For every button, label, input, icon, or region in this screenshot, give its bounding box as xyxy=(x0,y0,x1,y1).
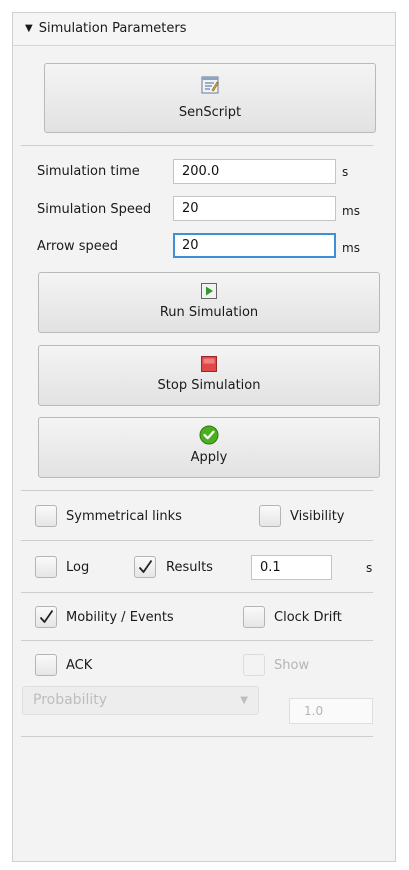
sim-time-input[interactable] xyxy=(173,159,336,184)
run-simulation-button[interactable]: Run Simulation xyxy=(38,272,380,333)
symmetrical-links-checkbox[interactable] xyxy=(35,505,57,527)
log-checkbox[interactable] xyxy=(35,556,57,578)
separator xyxy=(21,640,373,641)
arrow-speed-label: Arrow speed xyxy=(37,239,119,254)
script-editor-icon xyxy=(201,76,219,94)
sim-speed-unit: ms xyxy=(342,204,360,218)
show-label: Show xyxy=(274,658,310,673)
stop-simulation-label: Stop Simulation xyxy=(157,378,261,393)
run-simulation-label: Run Simulation xyxy=(159,305,259,320)
separator xyxy=(21,592,373,593)
arrow-speed-unit: ms xyxy=(342,241,360,255)
collapse-triangle-icon[interactable]: ▼ xyxy=(25,23,33,34)
results-interval-input[interactable] xyxy=(251,555,332,580)
separator xyxy=(21,490,373,491)
probability-input[interactable]: 1.0 xyxy=(289,698,373,724)
sim-time-label: Simulation time xyxy=(37,164,140,179)
ack-label: ACK xyxy=(66,658,93,673)
separator xyxy=(21,145,373,146)
sim-time-unit: s xyxy=(342,165,349,179)
senscript-button[interactable]: SenScript xyxy=(44,63,376,133)
sim-speed-input[interactable] xyxy=(173,196,336,221)
results-label: Results xyxy=(166,560,213,575)
visibility-label: Visibility xyxy=(290,509,345,524)
visibility-checkbox[interactable] xyxy=(259,505,281,527)
ack-mode-select[interactable]: Probability ▼ xyxy=(22,686,259,715)
apply-button[interactable]: Apply xyxy=(38,417,380,478)
mobility-events-label: Mobility / Events xyxy=(66,610,174,625)
separator xyxy=(21,540,373,541)
results-unit: s xyxy=(366,561,373,575)
checkmark-icon xyxy=(39,609,54,623)
symmetrical-links-label: Symmetrical links xyxy=(66,509,182,524)
check-circle-icon xyxy=(199,425,219,445)
ack-mode-value: Probability xyxy=(33,692,108,708)
results-checkbox[interactable] xyxy=(134,556,156,578)
mobility-events-checkbox[interactable] xyxy=(35,606,57,628)
senscript-label: SenScript xyxy=(178,105,242,120)
chevron-down-icon: ▼ xyxy=(240,695,248,706)
separator xyxy=(21,736,373,737)
clock-drift-label: Clock Drift xyxy=(274,610,342,625)
apply-label: Apply xyxy=(190,450,228,465)
sim-speed-label: Simulation Speed xyxy=(37,202,152,217)
log-label: Log xyxy=(66,560,90,575)
play-icon xyxy=(201,283,217,299)
ack-checkbox[interactable] xyxy=(35,654,57,676)
probability-value: 1.0 xyxy=(304,704,324,718)
stop-icon xyxy=(201,356,217,372)
arrow-speed-input[interactable] xyxy=(173,233,336,258)
checkmark-icon xyxy=(138,559,153,573)
stop-simulation-button[interactable]: Stop Simulation xyxy=(38,345,380,406)
show-checkbox[interactable] xyxy=(243,654,265,676)
clock-drift-checkbox[interactable] xyxy=(243,606,265,628)
panel-header[interactable]: ▼ Simulation Parameters xyxy=(13,13,395,46)
panel-title: Simulation Parameters xyxy=(38,21,187,36)
